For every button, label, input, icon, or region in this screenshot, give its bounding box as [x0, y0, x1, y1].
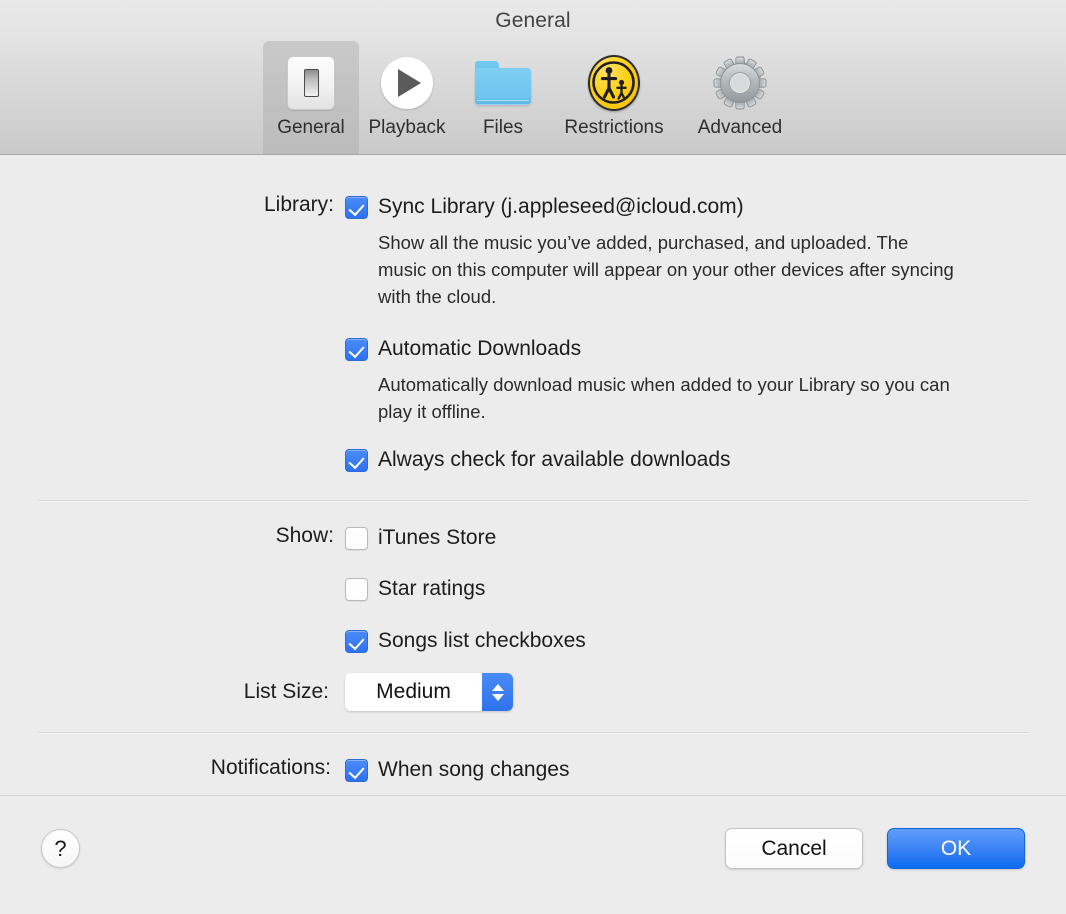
toolbar-item-playback-label: Playback — [368, 118, 445, 137]
songs-list-checkboxes-label: Songs list checkboxes — [378, 627, 586, 655]
list-size-value: Medium — [345, 673, 482, 711]
star-ratings-checkbox[interactable] — [345, 578, 368, 601]
show-label: Show: — [0, 524, 345, 548]
automatic-downloads-label: Automatic Downloads — [378, 335, 581, 363]
when-song-changes-checkbox-row[interactable]: When song changes — [345, 756, 1066, 784]
play-icon — [377, 54, 437, 112]
itunes-store-checkbox[interactable] — [345, 527, 368, 550]
ok-button[interactable]: OK — [887, 828, 1025, 869]
dialog-footer: ? Cancel OK — [0, 795, 1066, 914]
always-check-downloads-label: Always check for available downloads — [378, 446, 731, 474]
sync-library-help-text: Show all the music you’ve added, purchas… — [378, 230, 958, 310]
always-check-downloads-checkbox[interactable] — [345, 449, 368, 472]
gear-icon — [710, 54, 770, 112]
songs-list-checkboxes-row[interactable]: Songs list checkboxes — [345, 627, 1066, 655]
folder-icon — [473, 54, 533, 112]
sync-library-label: Sync Library (j.appleseed@icloud.com) — [378, 193, 744, 221]
notifications-section: Notifications: When song changes — [0, 756, 1066, 784]
toolbar-item-general-label: General — [277, 118, 345, 137]
list-size-popup-button[interactable]: Medium — [345, 673, 513, 711]
list-size-label: List Size: — [0, 680, 345, 704]
star-ratings-checkbox-row[interactable]: Star ratings — [345, 575, 1066, 603]
title-bar: General General Playback Files — [0, 0, 1066, 155]
automatic-downloads-checkbox[interactable] — [345, 338, 368, 361]
separator-show-notifications — [38, 732, 1028, 734]
toolbar-item-advanced[interactable]: Advanced — [677, 41, 803, 154]
star-ratings-label: Star ratings — [378, 575, 485, 603]
toolbar-item-files-label: Files — [483, 118, 523, 137]
list-size-stepper-icon[interactable] — [482, 673, 513, 711]
preferences-window: General General Playback Files — [0, 0, 1066, 914]
notifications-label: Notifications: — [0, 756, 345, 780]
itunes-store-checkbox-row[interactable]: iTunes Store — [345, 524, 1066, 552]
parental-controls-icon — [584, 54, 644, 112]
sync-library-checkbox-row[interactable]: Sync Library (j.appleseed@icloud.com) — [345, 193, 1066, 221]
toolbar-item-restrictions[interactable]: Restrictions — [551, 41, 677, 154]
toolbar-item-general[interactable]: General — [263, 41, 359, 154]
show-section: Show: iTunes Store Star ratings Songs li… — [0, 524, 1066, 655]
toolbar-item-files[interactable]: Files — [455, 41, 551, 154]
footer-actions: Cancel OK — [725, 828, 1025, 869]
switch-icon — [281, 54, 341, 112]
preferences-content: Library: Sync Library (j.appleseed@iclou… — [0, 155, 1066, 795]
library-section: Library: Sync Library (j.appleseed@iclou… — [0, 193, 1066, 474]
separator-library-show — [38, 500, 1028, 502]
always-check-downloads-checkbox-row[interactable]: Always check for available downloads — [345, 446, 1066, 474]
itunes-store-label: iTunes Store — [378, 524, 496, 552]
toolbar-item-restrictions-label: Restrictions — [564, 118, 663, 137]
songs-list-checkboxes-checkbox[interactable] — [345, 630, 368, 653]
sync-library-checkbox[interactable] — [345, 196, 368, 219]
library-label: Library: — [0, 193, 345, 217]
window-title: General — [0, 9, 1066, 33]
cancel-button[interactable]: Cancel — [725, 828, 863, 869]
when-song-changes-checkbox[interactable] — [345, 759, 368, 782]
list-size-section: List Size: Medium — [0, 673, 1066, 711]
toolbar-item-playback[interactable]: Playback — [359, 41, 455, 154]
help-button[interactable]: ? — [41, 829, 80, 868]
automatic-downloads-checkbox-row[interactable]: Automatic Downloads — [345, 335, 1066, 363]
toolbar: General Playback Files — [0, 41, 1066, 154]
automatic-downloads-help-text: Automatically download music when added … — [378, 372, 958, 426]
toolbar-item-advanced-label: Advanced — [698, 118, 783, 137]
when-song-changes-label: When song changes — [378, 756, 569, 784]
